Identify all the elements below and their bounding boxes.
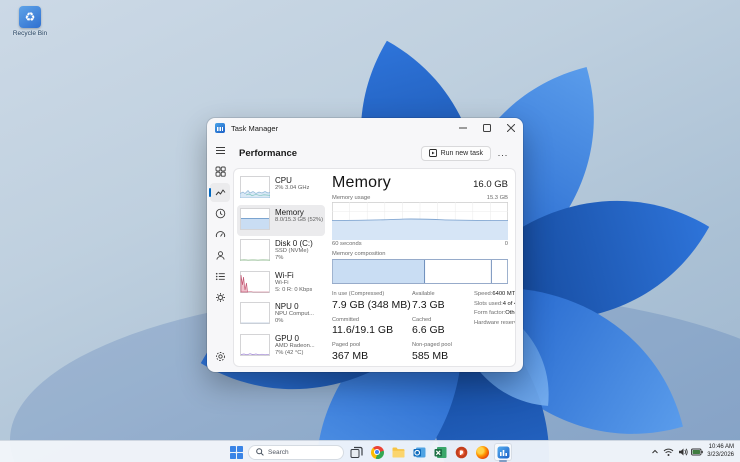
- run-new-task-label: Run new task: [441, 150, 483, 157]
- file-explorer-icon: [392, 446, 405, 459]
- maximize-button[interactable]: [475, 118, 499, 138]
- stat-paged-pool: Paged pool 367 MB: [332, 342, 408, 362]
- perf-item-memory[interactable]: Memory 8.0/15.3 GB (52%): [237, 205, 325, 237]
- performance-list: CPU 2% 3.04 GHz Memory 8.0/15.3: [237, 173, 325, 364]
- desktop: ♻ Recycle Bin Task Manager: [0, 0, 740, 462]
- search-input[interactable]: Search: [248, 445, 344, 460]
- menu-icon[interactable]: [210, 141, 230, 160]
- window-title: Task Manager: [231, 124, 278, 133]
- stat-non-paged-pool: Non-paged pool 585 MB: [412, 342, 472, 362]
- performance-card: CPU 2% 3.04 GHz Memory 8.0/15.3: [233, 168, 516, 367]
- stat-cached: Cached 6.6 GB: [412, 317, 472, 337]
- firefox-icon: [476, 446, 489, 459]
- spec-slots-used: Slots used: 4 of 4: [474, 301, 508, 307]
- stat-available: Available 7.3 GB: [412, 291, 472, 311]
- tray-chevron-up-icon[interactable]: [648, 444, 661, 460]
- outlook-app-icon[interactable]: [410, 443, 428, 461]
- recycle-bin-shortcut[interactable]: ♻ Recycle Bin: [6, 6, 54, 37]
- search-icon: [256, 448, 264, 456]
- task-view-icon: [350, 446, 363, 459]
- cpu-mini-graph: [240, 176, 270, 198]
- memory-composition-label: Memory composition: [332, 251, 508, 257]
- stat-in-use: In use (Compressed) 7.9 GB (348 MB): [332, 291, 408, 311]
- spec-hardware-reserved: Hardware reserved: 707 MB: [474, 320, 508, 326]
- task-view-button[interactable]: [347, 443, 365, 461]
- windows-logo-icon: [230, 446, 243, 459]
- nav-users-icon[interactable]: [210, 246, 230, 265]
- perf-item-wifi[interactable]: Wi-Fi Wi-Fi S: 0 R: 0 Kbps: [237, 268, 325, 300]
- memory-usage-graph: [332, 202, 508, 240]
- file-explorer-app-icon[interactable]: [389, 443, 407, 461]
- spec-speed: Speed: 6400 MT/s: [474, 291, 508, 297]
- excel-app-icon[interactable]: [431, 443, 449, 461]
- recycle-bin-icon: ♻: [19, 6, 41, 28]
- memory-composition-bar[interactable]: [332, 259, 508, 284]
- run-new-task-icon: [429, 149, 437, 157]
- clock-time: 10:46 AM: [707, 444, 734, 452]
- timeline-right-label: 0: [505, 241, 508, 247]
- memory-title: Memory: [332, 174, 391, 192]
- gpu-mini-graph: [240, 334, 270, 356]
- tray-wifi-icon[interactable]: [662, 444, 675, 460]
- nav-details-icon[interactable]: [210, 267, 230, 286]
- perf-item-cpu[interactable]: CPU 2% 3.04 GHz: [237, 173, 325, 205]
- nav-startup-apps-icon[interactable]: [210, 225, 230, 244]
- clock-date: 3/23/2026: [707, 452, 734, 460]
- content-header: Performance Run new task ...: [233, 138, 523, 168]
- memory-total: 16.0 GB: [473, 179, 508, 190]
- memory-stats: In use (Compressed) 7.9 GB (348 MB) Avai…: [332, 291, 472, 362]
- perf-item-gpu[interactable]: GPU 0 AMD Radeon... 7% (42 °C): [237, 331, 325, 363]
- taskbar-clock[interactable]: 10:46 AM 3/23/2026: [707, 444, 737, 460]
- perf-item-npu[interactable]: NPU 0 NPU Comput... 0%: [237, 299, 325, 331]
- nav-services-icon[interactable]: [210, 288, 230, 307]
- chrome-app-icon[interactable]: [368, 443, 386, 461]
- nav-rail: [207, 138, 233, 372]
- run-new-task-button[interactable]: Run new task: [421, 146, 491, 161]
- spec-form-factor: Form factor: Other: [474, 310, 508, 316]
- nav-app-history-icon[interactable]: [210, 204, 230, 223]
- outlook-icon: [413, 446, 426, 459]
- chrome-icon: [371, 446, 384, 459]
- taskbar: Search: [0, 440, 740, 462]
- start-button[interactable]: [227, 443, 245, 461]
- stat-committed: Committed 11.6/19.1 GB: [332, 317, 408, 337]
- page-title: Performance: [239, 148, 297, 159]
- memory-usage-label: Memory usage: [332, 195, 370, 201]
- tray-battery-icon[interactable]: [690, 444, 703, 460]
- memory-usage-max: 15.3 GB: [487, 195, 508, 201]
- memory-specs: Speed: 6400 MT/s Slots used: 4 of 4 Form…: [474, 291, 508, 362]
- excel-icon: [434, 446, 447, 459]
- powerpoint-icon: [455, 446, 468, 459]
- wifi-mini-graph: [240, 271, 270, 293]
- task-manager-taskbar-icon[interactable]: [494, 443, 512, 461]
- firefox-app-icon[interactable]: [473, 443, 491, 461]
- task-manager-app-icon: [215, 123, 225, 133]
- more-options-button[interactable]: ...: [493, 148, 513, 158]
- search-placeholder: Search: [268, 449, 289, 456]
- close-button[interactable]: [499, 118, 523, 138]
- npu-mini-graph: [240, 302, 270, 324]
- task-manager-icon: [497, 446, 510, 459]
- powerpoint-app-icon[interactable]: [452, 443, 470, 461]
- task-manager-window: Task Manager: [207, 118, 523, 372]
- recycle-bin-label: Recycle Bin: [6, 30, 54, 37]
- memory-mini-graph: [240, 208, 270, 230]
- tray-volume-icon[interactable]: [676, 444, 689, 460]
- perf-item-disk[interactable]: Disk 0 (C:) SSD (NVMe) 7%: [237, 236, 325, 268]
- nav-performance-icon[interactable]: [210, 183, 230, 202]
- titlebar[interactable]: Task Manager: [207, 118, 523, 138]
- minimize-button[interactable]: [451, 118, 475, 138]
- nav-processes-icon[interactable]: [210, 162, 230, 181]
- memory-panel: Memory 16.0 GB Memory usage 15.3 GB: [325, 173, 511, 364]
- disk-mini-graph: [240, 239, 270, 261]
- timeline-left-label: 60 seconds: [332, 241, 362, 247]
- settings-gear-icon[interactable]: [210, 347, 230, 366]
